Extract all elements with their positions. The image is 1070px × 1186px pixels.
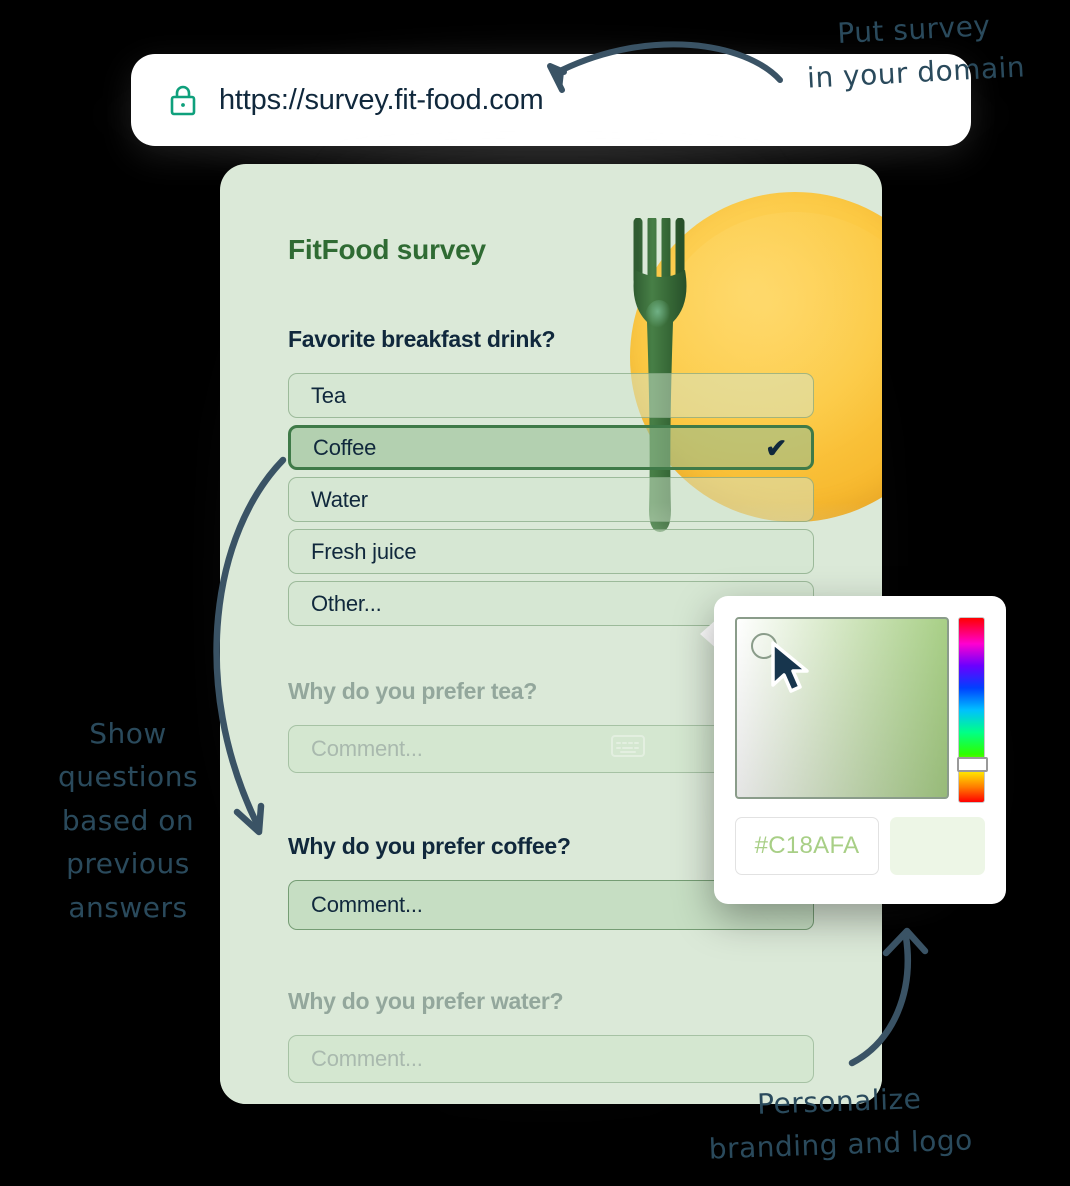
option-fresh-juice-label: Fresh juice xyxy=(311,538,417,564)
comment-placeholder-coffee: Comment... xyxy=(311,892,423,917)
annotation-conditional-line3: based on xyxy=(61,803,195,837)
option-coffee[interactable]: Coffee ✔ xyxy=(288,425,814,470)
annotation-branding: Personalize branding and logo xyxy=(689,1075,992,1172)
url-text: https://survey.fit-food.com xyxy=(219,83,544,116)
option-water[interactable]: Water xyxy=(288,477,814,522)
question-label-drink: Favorite breakfast drink? xyxy=(288,326,556,352)
hue-slider[interactable] xyxy=(957,617,988,803)
hue-slider-handle[interactable] xyxy=(957,757,988,772)
annotation-conditional-line2: questions xyxy=(57,760,199,794)
option-water-label: Water xyxy=(311,486,368,512)
comment-placeholder-water: Comment... xyxy=(311,1046,423,1071)
annotation-conditional-line5: answers xyxy=(68,890,188,924)
mouse-cursor-icon xyxy=(769,641,815,702)
annotation-conditional-logic: Show questions based on previous answers xyxy=(38,712,218,929)
annotation-branding-line2: branding and logo xyxy=(708,1123,974,1166)
annotation-conditional-line1: Show xyxy=(89,717,167,750)
question-label-why-water: Why do you prefer water? xyxy=(288,988,564,1014)
annotation-domain: Put survey in your domain xyxy=(768,0,1062,102)
color-swatch-preview xyxy=(890,817,985,875)
survey-brand-title: FitFood survey xyxy=(288,234,486,265)
annotation-conditional-line4: previous xyxy=(66,847,190,881)
option-tea[interactable]: Tea xyxy=(288,373,814,418)
keyboard-icon xyxy=(611,735,645,763)
option-other-label: Other... xyxy=(311,590,382,616)
comment-placeholder-tea: Comment... xyxy=(311,736,423,761)
color-picker-panel[interactable]: #C18AFA xyxy=(714,596,1006,904)
padlock-icon xyxy=(169,84,197,116)
hex-value-input[interactable]: #C18AFA xyxy=(735,817,879,875)
option-tea-label: Tea xyxy=(311,382,346,408)
hex-value-text: #C18AFA xyxy=(754,832,860,859)
option-coffee-label: Coffee xyxy=(313,434,377,460)
illustration-stage: https://survey.fit-food.com Put survey i… xyxy=(0,0,1070,1186)
comment-input-water[interactable]: Comment... xyxy=(288,1035,814,1083)
checkmark-icon: ✔ xyxy=(765,432,787,463)
saturation-area[interactable] xyxy=(735,617,949,799)
option-fresh-juice[interactable]: Fresh juice xyxy=(288,529,814,574)
